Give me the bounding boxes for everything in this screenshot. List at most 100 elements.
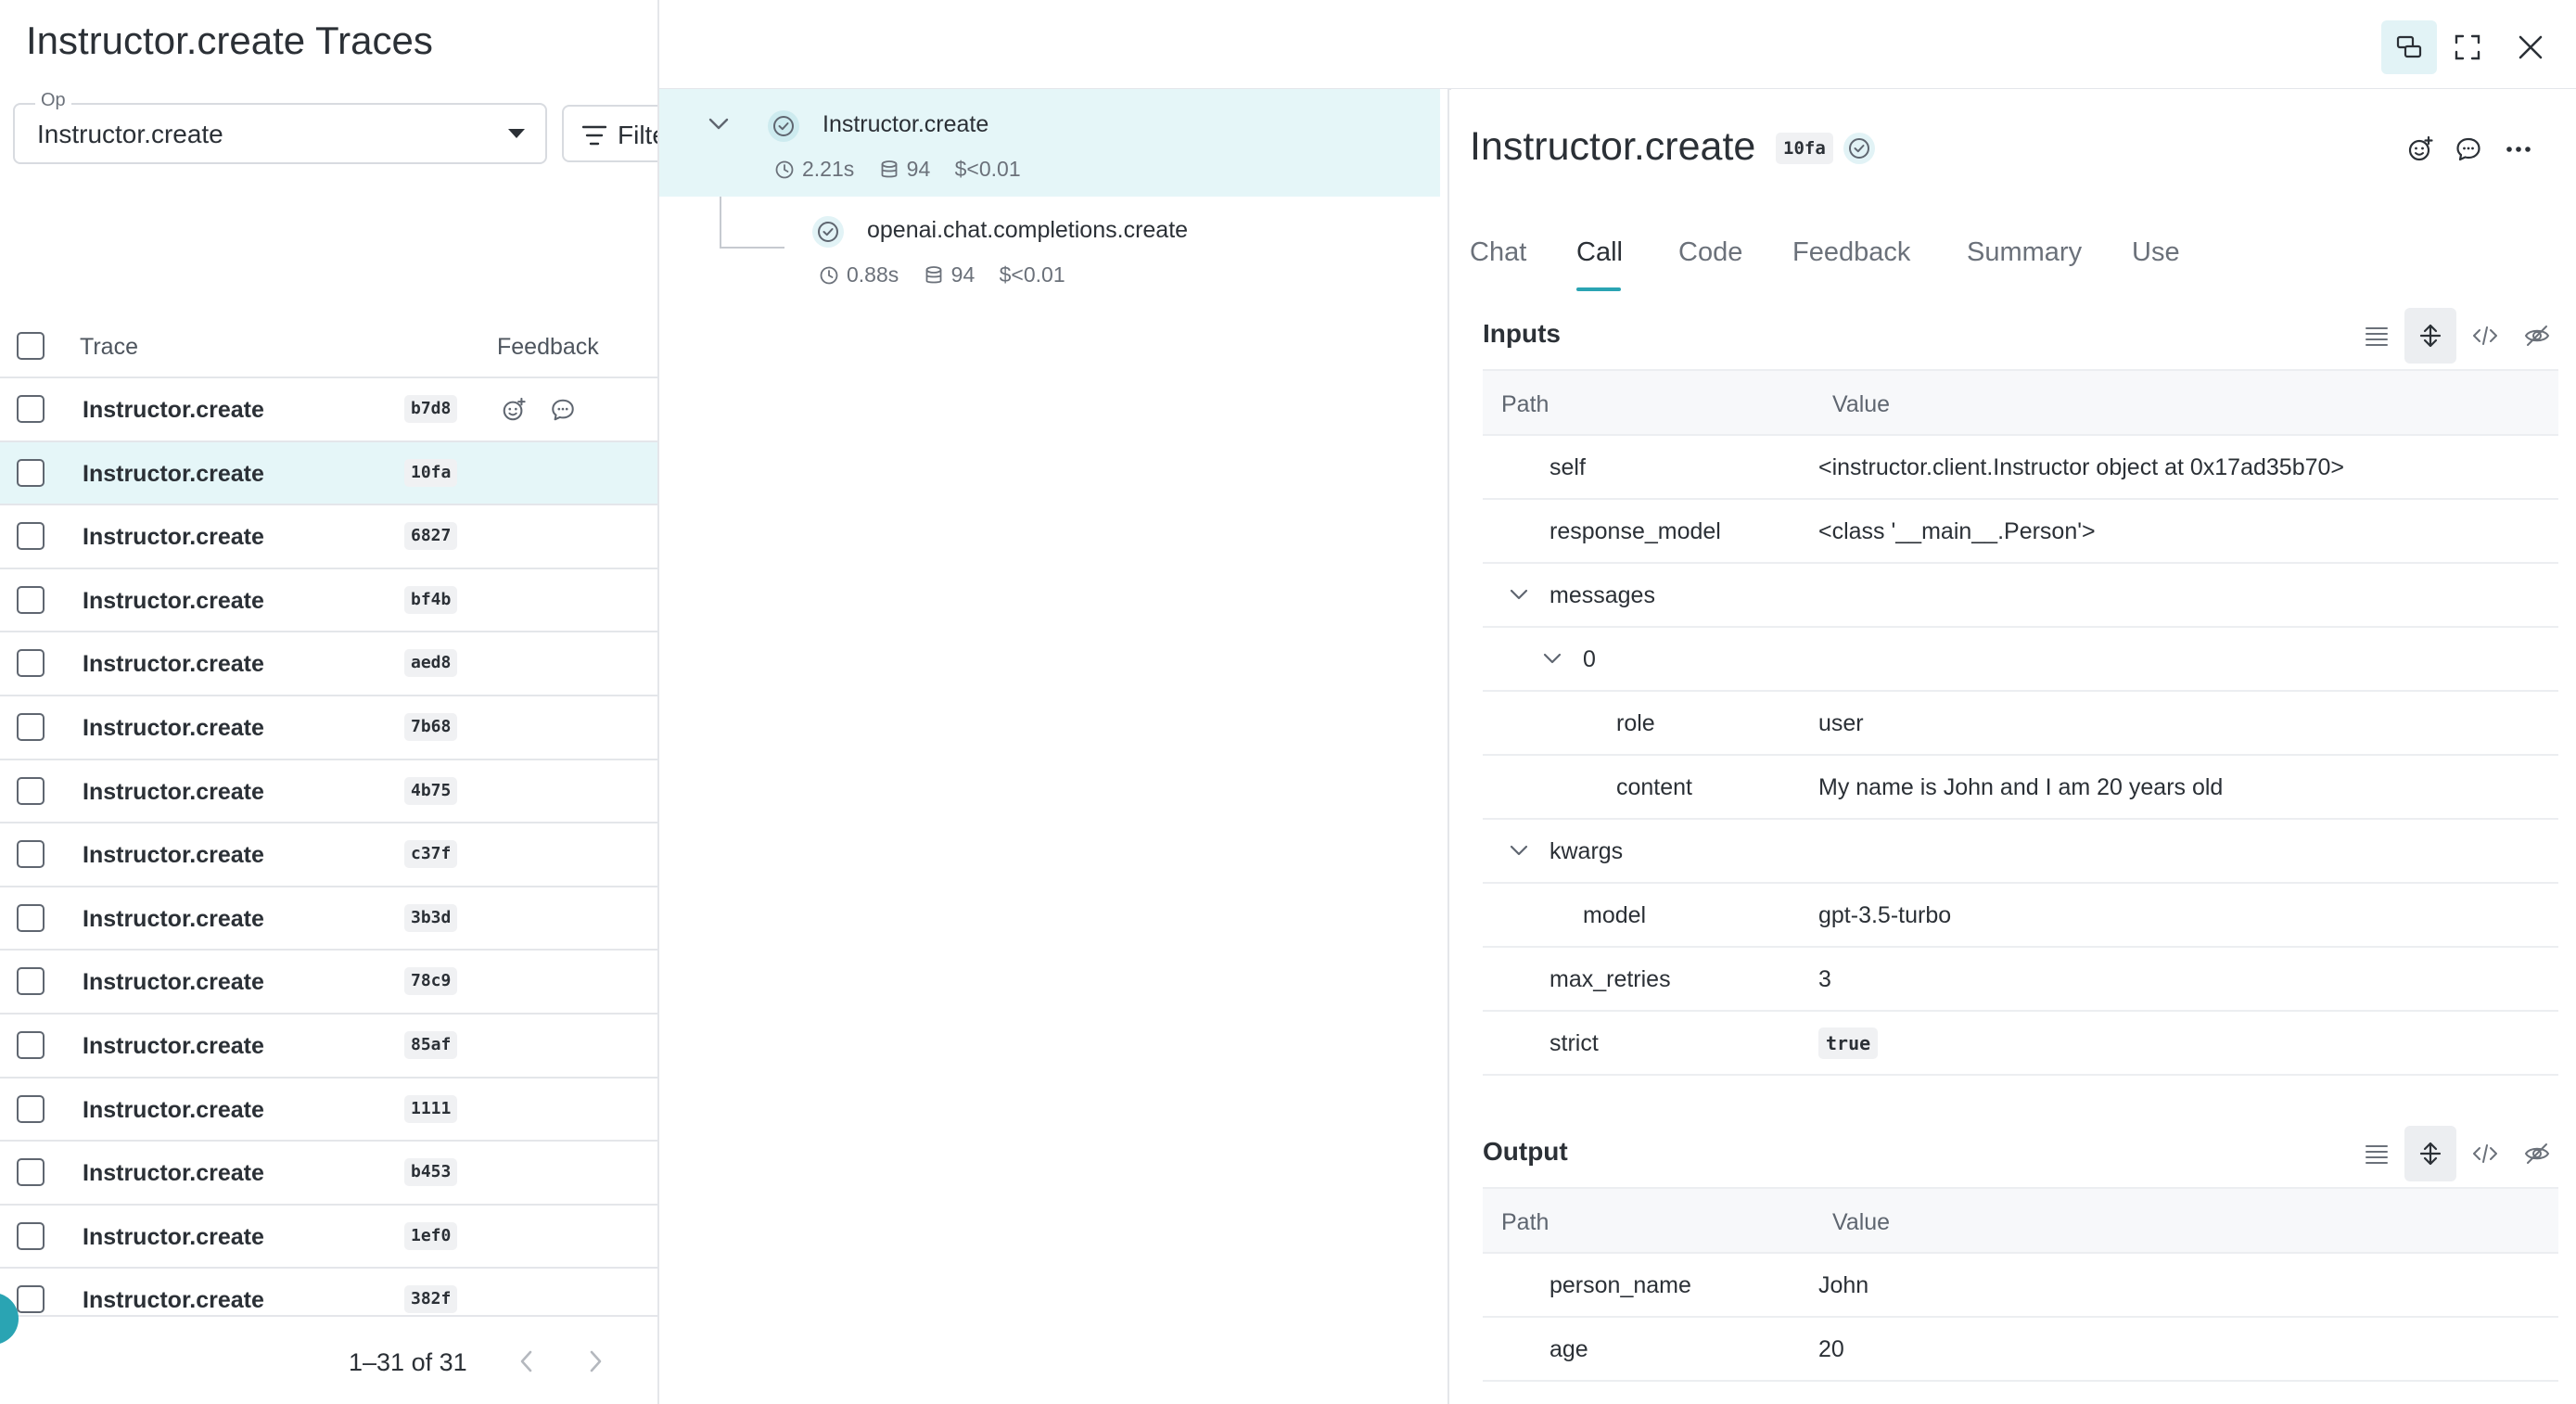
view-code-button[interactable]	[2458, 1126, 2510, 1181]
tab-use[interactable]: Use	[2132, 237, 2180, 268]
hide-button[interactable]	[2510, 308, 2562, 364]
trace-tree-root[interactable]: Instructor.create 2.21s 94 $<0.01	[659, 89, 1440, 197]
row-checkbox[interactable]	[17, 585, 45, 614]
table-row[interactable]: Instructor.create b7d8	[0, 378, 657, 442]
comment-icon[interactable]	[2455, 135, 2482, 163]
trace-id-badge[interactable]: c37f	[404, 840, 458, 869]
add-reaction-icon[interactable]	[501, 397, 527, 423]
op-select[interactable]: Op Instructor.create	[13, 90, 547, 164]
kv-row-messages[interactable]: messages	[1483, 564, 2558, 628]
table-row[interactable]: Instructor.create 3b3d	[0, 887, 657, 951]
trace-name[interactable]: Instructor.create	[83, 1097, 264, 1124]
table-row[interactable]: Instructor.create aed8	[0, 632, 657, 696]
table-row[interactable]: Instructor.create bf4b	[0, 569, 657, 633]
trace-name[interactable]: Instructor.create	[83, 1160, 264, 1187]
trace-name[interactable]: Instructor.create	[83, 397, 264, 424]
row-checkbox[interactable]	[17, 649, 45, 678]
tab-chat[interactable]: Chat	[1470, 237, 1526, 268]
trace-name[interactable]: Instructor.create	[83, 1033, 264, 1060]
view-code-button[interactable]	[2458, 308, 2510, 364]
table-row[interactable]: Instructor.create 1ef0	[0, 1206, 657, 1270]
tab-code[interactable]: Code	[1678, 237, 1742, 268]
trace-id-badge[interactable]: aed8	[404, 649, 458, 678]
next-page-icon[interactable]	[586, 1348, 605, 1374]
child-span-name[interactable]: openai.chat.completions.create	[867, 217, 1188, 244]
row-checkbox[interactable]	[17, 1221, 45, 1250]
trace-id-badge[interactable]: 85af	[404, 1030, 458, 1059]
call-id-badge[interactable]: 10fa	[1776, 133, 1833, 164]
filter-button[interactable]: Filter	[562, 105, 657, 162]
trace-id-badge[interactable]: 6827	[404, 522, 458, 551]
row-checkbox[interactable]	[17, 395, 45, 423]
table-row[interactable]: Instructor.create 7b68	[0, 696, 657, 760]
close-icon[interactable]	[2516, 32, 2545, 62]
trace-id-badge[interactable]: b7d8	[404, 395, 458, 423]
chevron-down-icon[interactable]	[1509, 588, 1529, 601]
table-row[interactable]: Instructor.create 4b75	[0, 760, 657, 824]
trace-id-badge[interactable]: 78c9	[404, 967, 458, 996]
chevron-down-icon[interactable]	[1509, 844, 1529, 857]
view-list-button[interactable]	[2351, 1126, 2403, 1181]
trace-id-badge[interactable]: 7b68	[404, 712, 458, 741]
output-table-header: Path Value	[1483, 1187, 2558, 1254]
table-row[interactable]: Instructor.create c37f	[0, 823, 657, 887]
row-checkbox[interactable]	[17, 903, 45, 932]
trace-name[interactable]: Instructor.create	[83, 969, 264, 996]
trace-id-badge[interactable]: 10fa	[404, 458, 458, 487]
trace-id-badge[interactable]: b453	[404, 1158, 458, 1187]
row-checkbox[interactable]	[17, 712, 45, 741]
tab-feedback[interactable]: Feedback	[1792, 237, 1910, 268]
expand-all-button[interactable]	[2404, 1126, 2456, 1181]
table-row[interactable]: Instructor.create 85af	[0, 1015, 657, 1079]
row-checkbox[interactable]	[17, 1158, 45, 1187]
column-header-trace[interactable]: Trace	[80, 334, 138, 361]
comment-icon[interactable]	[550, 397, 576, 423]
trace-id-badge[interactable]: bf4b	[404, 585, 458, 614]
trace-name[interactable]: Instructor.create	[83, 906, 264, 933]
add-reaction-icon[interactable]	[2406, 135, 2434, 163]
trace-name[interactable]: Instructor.create	[83, 1224, 264, 1251]
more-options-icon[interactable]	[2505, 135, 2532, 163]
row-checkbox[interactable]	[17, 776, 45, 805]
select-all-checkbox[interactable]	[17, 332, 45, 360]
view-list-button[interactable]	[2351, 308, 2403, 364]
table-row[interactable]: Instructor.create 6827	[0, 505, 657, 569]
trace-id-badge[interactable]: 1111	[404, 1094, 458, 1123]
prev-page-icon[interactable]	[517, 1348, 536, 1374]
hide-button[interactable]	[2510, 1126, 2562, 1181]
trace-name[interactable]: Instructor.create	[83, 588, 264, 615]
trace-name[interactable]: Instructor.create	[83, 779, 264, 806]
row-checkbox[interactable]	[17, 522, 45, 551]
expand-all-button[interactable]	[2404, 308, 2456, 364]
tab-summary[interactable]: Summary	[1967, 237, 2082, 268]
trace-id-badge[interactable]: 1ef0	[404, 1221, 458, 1250]
row-checkbox[interactable]	[17, 1030, 45, 1059]
row-checkbox[interactable]	[17, 458, 45, 487]
kv-row-0[interactable]: 0	[1483, 628, 2558, 692]
tab-call[interactable]: Call	[1576, 237, 1623, 268]
panels-toggle-button[interactable]	[2381, 20, 2437, 74]
table-row[interactable]: Instructor.create 1111	[0, 1079, 657, 1142]
column-header-feedback[interactable]: Feedback	[497, 334, 599, 361]
trace-name[interactable]: Instructor.create	[83, 651, 264, 678]
row-checkbox[interactable]	[17, 967, 45, 996]
table-row[interactable]: Instructor.create 10fa	[0, 441, 657, 506]
trace-name[interactable]: Instructor.create	[83, 524, 264, 551]
trace-name[interactable]: Instructor.create	[83, 461, 264, 488]
kv-row-kwargs[interactable]: kwargs	[1483, 820, 2558, 884]
trace-name[interactable]: Instructor.create	[83, 715, 264, 742]
row-checkbox[interactable]	[17, 840, 45, 869]
trace-name[interactable]: Instructor.create	[83, 842, 264, 869]
trace-id-badge[interactable]: 4b75	[404, 776, 458, 805]
row-checkbox[interactable]	[17, 1285, 45, 1314]
chevron-down-icon[interactable]	[1542, 652, 1562, 665]
trace-id-badge[interactable]: 3b3d	[404, 903, 458, 932]
trace-name[interactable]: Instructor.create	[83, 1287, 264, 1314]
chevron-down-icon[interactable]	[708, 117, 730, 132]
table-row[interactable]: Instructor.create 78c9	[0, 951, 657, 1015]
trace-id-badge[interactable]: 382f	[404, 1285, 458, 1314]
fullscreen-icon[interactable]	[2453, 32, 2482, 62]
kv-key: strict	[1549, 1030, 1599, 1056]
table-row[interactable]: Instructor.create b453	[0, 1142, 657, 1206]
row-checkbox[interactable]	[17, 1094, 45, 1123]
